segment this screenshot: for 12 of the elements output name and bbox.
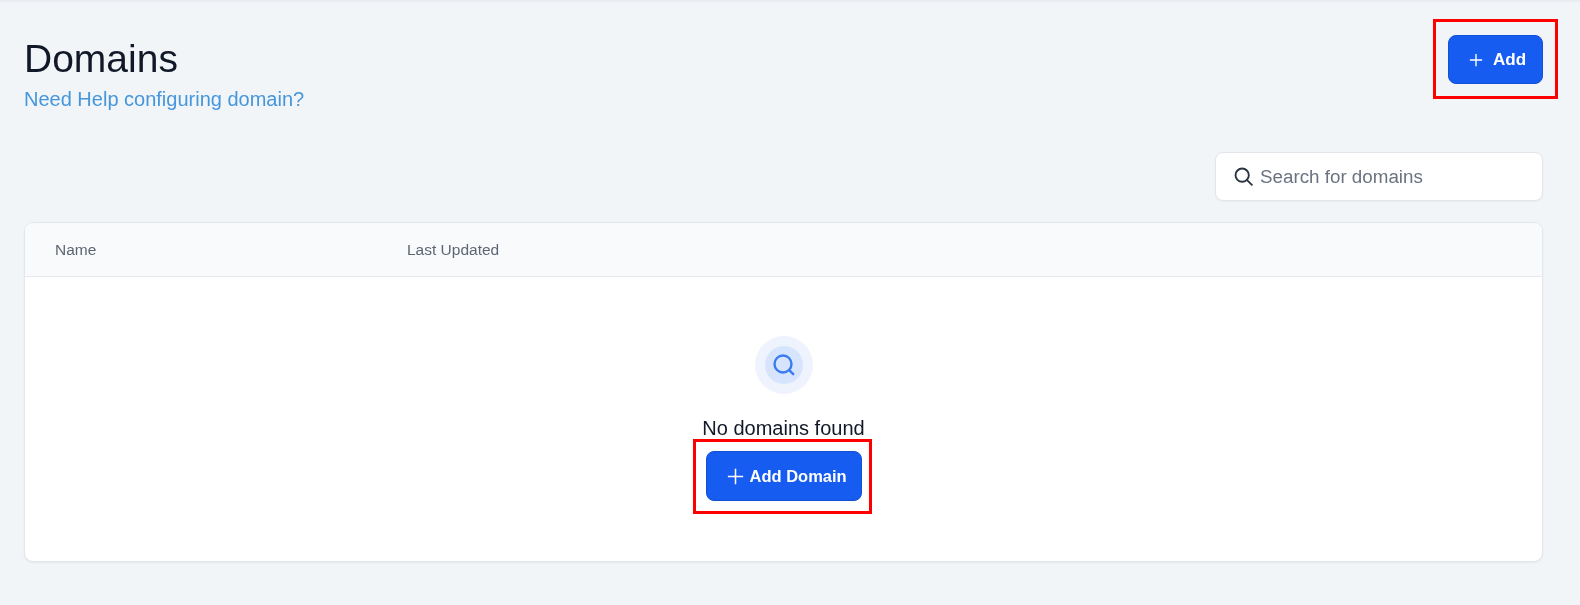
- add-button[interactable]: Add: [1448, 35, 1543, 84]
- plus-icon: [1469, 52, 1483, 67]
- column-header: Last Updated: [407, 240, 500, 259]
- search-icon: [1234, 167, 1253, 186]
- search-icon: [754, 336, 813, 394]
- page-title: Domains: [24, 36, 178, 82]
- help-link[interactable]: Need Help configuring domain?: [24, 87, 305, 111]
- add-domain-button[interactable]: Add Domain: [705, 451, 862, 501]
- plus-icon: [726, 467, 744, 485]
- column-header: Name: [55, 240, 98, 259]
- search-field[interactable]: Search for domains: [1215, 152, 1543, 201]
- empty-message: No domains found: [702, 416, 865, 440]
